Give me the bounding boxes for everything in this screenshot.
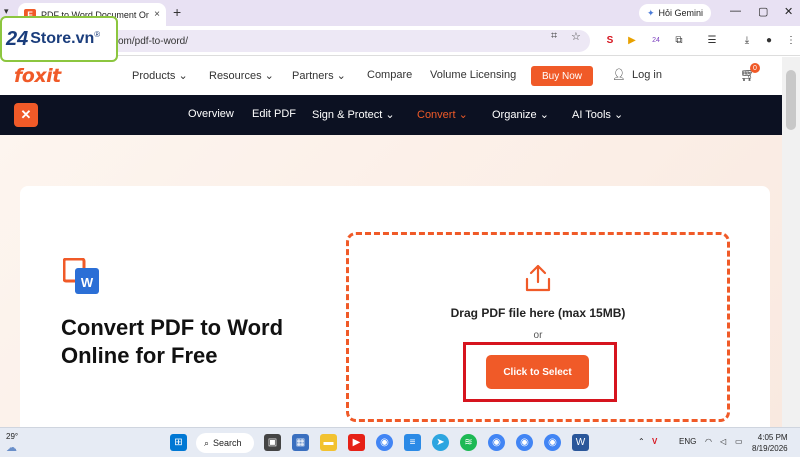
maximize-icon[interactable]: ▢ [758, 5, 768, 18]
drag-instruction: Drag PDF file here (max 15MB) [450, 306, 626, 320]
windows-start-icon[interactable]: ⊞ [170, 434, 187, 451]
spotify-icon[interactable]: ≋ [460, 434, 477, 451]
store-app-icon[interactable]: ▦ [292, 434, 309, 451]
subnav-edit-pdf[interactable]: Edit PDF [252, 108, 296, 120]
login-link[interactable]: 👤︎ Log in [612, 68, 662, 82]
new-tab-button[interactable]: + [173, 4, 181, 20]
extension-s-icon[interactable]: S [603, 33, 617, 47]
task-view-icon[interactable]: ▣ [264, 434, 281, 451]
weather-widget[interactable]: 29° ☁ [6, 432, 18, 454]
click-to-select-button[interactable]: Click to Select [486, 355, 589, 389]
scrollbar-thumb[interactable] [786, 70, 796, 130]
watermark-text: Store.vn [30, 30, 95, 47]
extensions-puzzle-icon[interactable]: ⧉ [672, 33, 686, 47]
user-icon: 👤︎ [612, 69, 626, 81]
or-separator: or [533, 330, 543, 341]
language-indicator[interactable]: ENG [679, 437, 696, 446]
nav-partners[interactable]: Partners ⌄ [292, 69, 346, 82]
store-watermark-logo: 24 Store.vn ® [0, 16, 118, 62]
gemini-label: Hỏi Gemini [658, 8, 704, 18]
bookmark-star-icon[interactable]: ☆ [571, 30, 581, 43]
wifi-icon[interactable]: ◠ [705, 437, 712, 446]
cart-count-badge: 0 [750, 63, 760, 73]
watermark-number: 24 [6, 27, 29, 50]
subnav-sign-protect[interactable]: Sign & Protect ⌄ [312, 108, 395, 121]
nav-volume-licensing[interactable]: Volume Licensing [430, 69, 516, 81]
search-icon: ⌕ [204, 437, 210, 448]
svg-text:W: W [81, 275, 94, 290]
volume-icon[interactable]: ◁ [720, 437, 726, 446]
watermark-mark: ® [94, 29, 101, 39]
product-sub-nav: ✕ Overview Edit PDF Sign & Protect ⌄ Con… [0, 95, 782, 135]
youtube-icon[interactable]: ▶ [348, 434, 365, 451]
windows-taskbar: 29° ☁ ⊞ ⌕ Search ▣ ▦ ▬ ▶ ◉ ≡ ➤ ≋ ◉ ◉ ◉ W… [0, 427, 800, 457]
login-label: Log in [631, 68, 662, 81]
system-clock[interactable]: 4:05 PM 8/19/2026 [752, 432, 788, 454]
pdf-to-word-icon: W [63, 258, 99, 294]
page-title: Convert PDF to Word Online for Free [61, 315, 284, 368]
chrome-third-icon[interactable]: ◉ [544, 434, 561, 451]
telegram-icon[interactable]: ➤ [432, 434, 449, 451]
site-top-nav: foxit Products ⌄ Resources ⌄ Partners ⌄ … [0, 57, 800, 95]
search-label: Search [213, 438, 242, 448]
file-explorer-icon[interactable]: ▬ [320, 434, 337, 451]
word-app-icon[interactable]: W [572, 434, 589, 451]
minimize-icon[interactable]: — [730, 5, 741, 17]
tab-close-icon[interactable]: × [154, 9, 160, 20]
omnibox[interactable]: om/pdf-to-word/ [100, 30, 590, 52]
nav-compare[interactable]: Compare [367, 69, 412, 81]
chrome-alt-icon[interactable]: ◉ [516, 434, 533, 451]
foxit-app-icon[interactable]: ✕ [14, 103, 38, 127]
profile-avatar[interactable]: ● [762, 33, 776, 47]
taskbar-search[interactable]: ⌕ Search [196, 433, 254, 453]
gemini-sparkle-icon: ✦ [647, 7, 655, 18]
extension-arrow-icon[interactable]: ▶ [625, 33, 639, 47]
foxit-logo[interactable]: foxit [14, 65, 61, 87]
browser-tab-strip: ▾ F PDF to Word Document Online × + ✦ Hỏ… [0, 0, 800, 26]
subnav-overview[interactable]: Overview [188, 108, 234, 120]
tray-overflow-icon[interactable]: ⌃ [638, 437, 645, 446]
translate-icon[interactable]: ⌗ [551, 30, 557, 43]
clock-date: 8/19/2026 [752, 444, 788, 453]
extension-badge-icon[interactable]: 24 [649, 33, 663, 47]
weather-temp: 29° [6, 432, 19, 441]
gemini-button[interactable]: ✦ Hỏi Gemini [639, 4, 712, 22]
nav-resources[interactable]: Resources ⌄ [209, 69, 274, 82]
tray-app-icon[interactable]: V [652, 437, 657, 446]
chrome-icon[interactable]: ◉ [376, 434, 393, 451]
nav-products[interactable]: Products ⌄ [132, 69, 188, 82]
subnav-convert[interactable]: Convert ⌄ [417, 108, 468, 121]
clock-time: 4:05 PM [757, 433, 788, 442]
buy-now-button[interactable]: Buy Now [531, 66, 593, 86]
subnav-organize[interactable]: Organize ⌄ [492, 108, 549, 121]
subnav-ai-tools[interactable]: AI Tools ⌄ [572, 108, 623, 121]
chrome-profile-icon[interactable]: ◉ [488, 434, 505, 451]
browser-menu-icon[interactable]: ⋮ [784, 33, 798, 47]
url-text: om/pdf-to-word/ [118, 35, 189, 47]
close-window-icon[interactable]: ✕ [784, 5, 793, 18]
notes-app-icon[interactable]: ≡ [404, 434, 421, 451]
cloud-icon: ☁ [6, 442, 17, 454]
download-icon[interactable]: ⤓ [740, 33, 754, 47]
upload-icon [525, 264, 551, 292]
reading-list-icon[interactable]: ☰ [705, 33, 719, 47]
battery-icon[interactable]: ▭ [735, 437, 743, 446]
